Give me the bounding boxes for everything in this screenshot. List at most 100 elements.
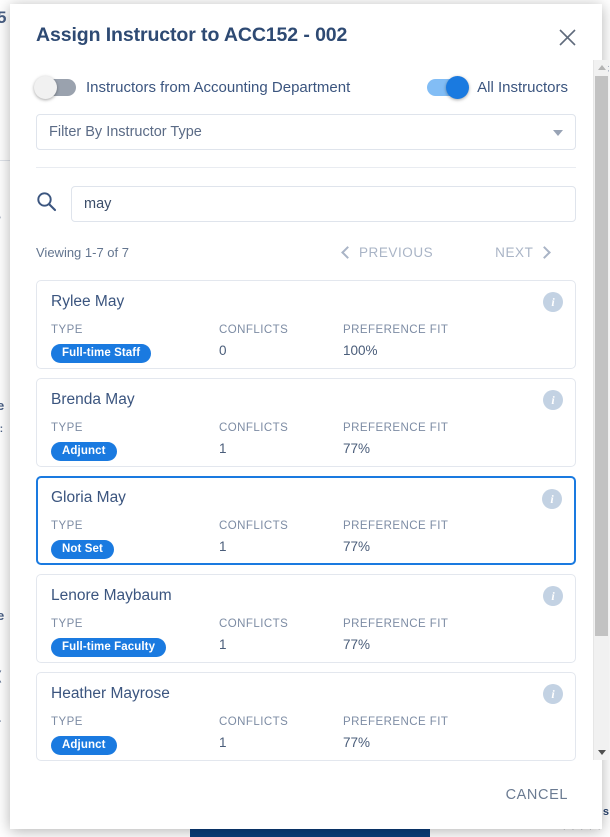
- search-icon: [36, 191, 57, 217]
- search-row: [36, 186, 576, 222]
- toggle-all-label: All Instructors: [477, 78, 568, 96]
- preference-fit-column: PREFERENCE FIT 77%: [343, 422, 448, 461]
- preference-fit-column: PREFERENCE FIT 77%: [343, 716, 448, 755]
- page-title: Assign Instructor to ACC152 - 002: [36, 23, 348, 46]
- conflicts-value: 1: [219, 637, 227, 652]
- instructor-name: Rylee May: [51, 293, 125, 310]
- background-right-fragment-2: s: [602, 806, 609, 818]
- conflicts-column: CONFLICTS 1: [219, 520, 343, 559]
- type-header: TYPE: [51, 716, 83, 728]
- type-column: TYPE Full-time Faculty: [51, 618, 219, 657]
- instructor-type-badge: Not Set: [51, 540, 114, 559]
- filter-field-wrap: Filter By Instructor Type: [36, 108, 576, 150]
- previous-page-button[interactable]: PREVIOUS: [341, 244, 434, 260]
- type-column: TYPE Full-time Staff: [51, 324, 219, 363]
- preference-fit-value: 100%: [343, 343, 378, 358]
- toggle-department-instructors[interactable]: [34, 75, 76, 99]
- all-instructors-toggle-group[interactable]: All Instructors: [427, 75, 568, 99]
- conflicts-header: CONFLICTS: [219, 520, 289, 532]
- instructor-name: Lenore Maybaum: [51, 587, 172, 604]
- next-page-button[interactable]: NEXT: [495, 244, 552, 260]
- instructor-card[interactable]: Heather Mayrose TYPE Adjunct CONFLICTS 1 PREF…: [36, 672, 576, 761]
- type-column: TYPE Adjunct: [51, 422, 219, 461]
- conflicts-value: 0: [219, 343, 227, 358]
- chevron-down-icon: [553, 130, 563, 136]
- background-left-strip: 5 | \ e l: e ( r: [0, 0, 10, 837]
- conflicts-column: CONFLICTS 1: [219, 422, 343, 461]
- preference-fit-value: 77%: [343, 735, 371, 750]
- type-header: TYPE: [51, 520, 83, 532]
- vertical-scrollbar[interactable]: [593, 60, 608, 760]
- instructor-scope-toggles: Instructors from Accounting Department A…: [34, 66, 576, 108]
- pagination-bar: Viewing 1-7 of 7 PREVIOUS NEXT: [36, 241, 576, 263]
- instructor-type-badge: Full-time Faculty: [51, 638, 167, 657]
- divider: [36, 167, 576, 168]
- type-header: TYPE: [51, 618, 83, 630]
- preference-fit-header: PREFERENCE FIT: [343, 324, 449, 336]
- info-icon[interactable]: i: [542, 489, 562, 509]
- type-header: TYPE: [51, 324, 83, 336]
- instructor-card[interactable]: Lenore Maybaum TYPE Full-time Faculty CONFL…: [36, 574, 576, 663]
- preference-fit-value: 77%: [343, 539, 371, 554]
- info-icon[interactable]: i: [543, 586, 563, 606]
- scrollbar-thumb[interactable]: [595, 76, 608, 636]
- previous-label: PREVIOUS: [359, 244, 434, 260]
- instructor-type-badge: Adjunct: [51, 442, 117, 461]
- instructor-card[interactable]: Gloria May TYPE Not Set CONFLICTS 1 PREFERENC…: [36, 476, 576, 565]
- conflicts-header: CONFLICTS: [219, 716, 289, 728]
- filter-select-value: Filter By Instructor Type: [49, 124, 202, 140]
- instructor-card[interactable]: Rylee May TYPE Full-time Staff CONFLICTS 0 PR…: [36, 280, 576, 369]
- preference-fit-header: PREFERENCE FIT: [343, 618, 449, 630]
- triangle-down-icon[interactable]: [594, 745, 609, 760]
- conflicts-value: 1: [219, 735, 227, 750]
- preference-fit-value: 77%: [343, 637, 371, 652]
- info-icon[interactable]: i: [543, 390, 563, 410]
- filter-instructor-type-select[interactable]: Filter By Instructor Type: [36, 114, 576, 150]
- chevron-left-icon: [341, 245, 354, 259]
- assign-instructor-modal: Assign Instructor to ACC152 - 002 Instru…: [10, 4, 602, 829]
- conflicts-value: 1: [219, 441, 227, 456]
- conflicts-header: CONFLICTS: [219, 422, 289, 434]
- conflicts-header: CONFLICTS: [219, 618, 289, 630]
- preference-fit-header: PREFERENCE FIT: [343, 716, 449, 728]
- info-icon[interactable]: i: [543, 684, 563, 704]
- next-label: NEXT: [495, 244, 534, 260]
- conflicts-header: CONFLICTS: [219, 324, 289, 336]
- preference-fit-value: 77%: [343, 441, 371, 456]
- instructor-name: Gloria May: [51, 489, 126, 506]
- instructor-list: Rylee May TYPE Full-time Staff CONFLICTS 0 PR…: [36, 280, 576, 761]
- screen-root: 5 | \ e l: e ( r C s · · · · · Assign In…: [0, 0, 610, 837]
- conflicts-value: 1: [219, 539, 227, 554]
- conflicts-column: CONFLICTS 0: [219, 324, 343, 363]
- instructor-card[interactable]: Brenda May TYPE Adjunct CONFLICTS 1 PREFERENC…: [36, 378, 576, 467]
- search-input[interactable]: [71, 186, 576, 222]
- toggle-department-label: Instructors from Accounting Department: [86, 78, 351, 96]
- department-toggle-group[interactable]: Instructors from Accounting Department: [34, 75, 351, 99]
- preference-fit-column: PREFERENCE FIT 77%: [343, 618, 448, 657]
- viewing-count: Viewing 1-7 of 7: [36, 244, 129, 260]
- cancel-button[interactable]: CANCEL: [500, 779, 574, 811]
- preference-fit-header: PREFERENCE FIT: [343, 422, 449, 434]
- info-icon[interactable]: i: [543, 292, 563, 312]
- modal-body: Instructors from Accounting Department A…: [10, 66, 602, 769]
- preference-fit-column: PREFERENCE FIT 77%: [343, 520, 448, 559]
- chevron-right-icon: [538, 245, 552, 259]
- instructor-type-badge: Full-time Staff: [51, 344, 152, 363]
- conflicts-column: CONFLICTS 1: [219, 618, 343, 657]
- instructor-name: Brenda May: [51, 391, 135, 408]
- close-icon[interactable]: [552, 22, 582, 52]
- type-column: TYPE Adjunct: [51, 716, 219, 755]
- conflicts-column: CONFLICTS 1: [219, 716, 343, 755]
- triangle-up-icon[interactable]: [594, 60, 609, 75]
- instructor-name: Heather Mayrose: [51, 685, 170, 702]
- preference-fit-header: PREFERENCE FIT: [343, 520, 449, 532]
- modal-header: Assign Instructor to ACC152 - 002: [10, 4, 602, 66]
- toggle-knob: [446, 75, 470, 99]
- preference-fit-column: PREFERENCE FIT 100%: [343, 324, 448, 363]
- toggle-all-instructors[interactable]: [427, 75, 470, 99]
- type-column: TYPE Not Set: [51, 520, 219, 559]
- instructor-type-badge: Adjunct: [51, 736, 117, 755]
- modal-footer: CANCEL: [10, 769, 602, 829]
- type-header: TYPE: [51, 422, 83, 434]
- toggle-knob: [34, 75, 57, 99]
